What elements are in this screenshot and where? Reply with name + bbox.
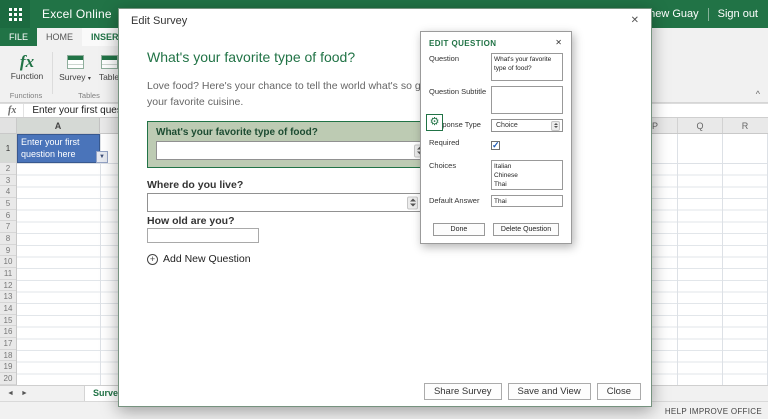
- fx-icon[interactable]: fx: [8, 105, 16, 116]
- done-button[interactable]: Done: [433, 223, 485, 236]
- survey-button[interactable]: Survey ▾: [58, 53, 92, 82]
- app-title: Excel Online: [42, 7, 112, 21]
- required-checkbox[interactable]: [491, 141, 500, 150]
- row-header[interactable]: 18: [0, 350, 16, 362]
- formula-bar-divider: [23, 104, 24, 117]
- edit-question-form: Question What's your favorite type of fo…: [429, 53, 563, 212]
- row-header[interactable]: 2: [0, 163, 16, 175]
- row-header[interactable]: 16: [0, 326, 16, 338]
- grid-column-line: [722, 134, 723, 385]
- cell-dropdown-icon[interactable]: ▼: [96, 151, 108, 163]
- response-type-value: Choice: [496, 122, 518, 129]
- row-header[interactable]: 19: [0, 361, 16, 373]
- chevron-down-icon: ▾: [88, 76, 91, 82]
- choices-field[interactable]: Italian Chinese Thai: [491, 160, 563, 190]
- subtitle-field-label: Question Subtitle: [429, 86, 491, 114]
- add-question-icon: [147, 254, 158, 265]
- question-field[interactable]: What's your favorite type of food?: [491, 53, 563, 81]
- app-launcher-icon[interactable]: [0, 0, 30, 28]
- row-header[interactable]: 12: [0, 280, 16, 292]
- next-sheet-icon[interactable]: ►: [21, 390, 28, 397]
- default-answer-label: Default Answer: [429, 195, 491, 207]
- ribbon-group-tables: Tables: [54, 91, 124, 100]
- add-new-question-button[interactable]: Add New Question: [147, 253, 251, 265]
- row-header[interactable]: 14: [0, 303, 16, 315]
- panel-title: EDIT QUESTION: [429, 39, 496, 48]
- row-header-1[interactable]: 1: [0, 134, 16, 163]
- tab-home[interactable]: HOME: [37, 28, 82, 46]
- question-1-select[interactable]: [156, 141, 428, 160]
- collapse-ribbon-icon[interactable]: ^: [756, 89, 760, 99]
- ribbon-divider: [52, 52, 53, 94]
- tab-file[interactable]: FILE: [0, 28, 37, 46]
- delete-question-button[interactable]: Delete Question: [493, 223, 559, 236]
- row-header[interactable]: 3: [0, 175, 16, 187]
- row-header[interactable]: 8: [0, 233, 16, 245]
- subtitle-field[interactable]: [491, 86, 563, 114]
- choices-label: Choices: [429, 160, 491, 190]
- select-stepper-icon: [551, 121, 560, 131]
- edit-question-gear-button[interactable]: ⚙: [426, 114, 443, 131]
- ribbon-group-functions: Functions: [0, 91, 52, 100]
- question-3-label: How old are you?: [147, 215, 235, 227]
- question-1-label: What's your favorite type of food?: [156, 127, 428, 138]
- survey-icon: [67, 55, 84, 69]
- cell-a1[interactable]: Enter your first question here: [17, 134, 100, 163]
- default-answer-field[interactable]: [491, 195, 563, 207]
- row-header[interactable]: 4: [0, 186, 16, 198]
- share-survey-button[interactable]: Share Survey: [424, 383, 502, 400]
- question-2-label: Where do you live?: [147, 179, 243, 191]
- question-field-label: Question: [429, 53, 491, 81]
- row-header[interactable]: 11: [0, 268, 16, 280]
- response-type-select[interactable]: Choice: [491, 119, 563, 132]
- question-1-block[interactable]: What's your favorite type of food?: [147, 121, 437, 168]
- question-3-input[interactable]: [147, 228, 259, 243]
- survey-title[interactable]: What's your favorite type of food?: [147, 49, 355, 65]
- row-header[interactable]: 5: [0, 198, 16, 210]
- help-improve-office-link[interactable]: HELP IMPROVE OFFICE: [665, 407, 762, 416]
- dialog-close-icon[interactable]: ✕: [629, 13, 641, 28]
- insert-function-button[interactable]: fx Function: [6, 53, 48, 81]
- row-header[interactable]: 13: [0, 291, 16, 303]
- column-header[interactable]: Q: [677, 118, 722, 133]
- edit-question-panel: EDIT QUESTION ✕ Question What's your fav…: [420, 31, 572, 244]
- row-headers: 1 234567891011121314151617181920: [0, 134, 17, 385]
- header-divider: [708, 8, 709, 21]
- dialog-footer: Share Survey Save and View Close: [424, 383, 641, 400]
- column-header[interactable]: R: [722, 118, 767, 133]
- function-icon: fx: [6, 53, 48, 71]
- prev-sheet-icon[interactable]: ◄: [7, 390, 14, 397]
- select-stepper-icon: [407, 196, 418, 209]
- gear-icon: ⚙: [430, 117, 440, 128]
- table-icon: [101, 55, 118, 69]
- grid-column-line: [100, 134, 101, 385]
- row-header[interactable]: 20: [0, 373, 16, 385]
- excel-online-window: Excel Online Matthew Guay Sign out FILE …: [0, 0, 768, 419]
- row-header[interactable]: 17: [0, 338, 16, 350]
- row-header[interactable]: 6: [0, 210, 16, 222]
- panel-close-icon[interactable]: ✕: [553, 36, 564, 49]
- row-header[interactable]: 10: [0, 256, 16, 268]
- sign-out-link[interactable]: Sign out: [718, 8, 758, 20]
- column-header-a[interactable]: A: [17, 118, 100, 133]
- close-button[interactable]: Close: [597, 383, 641, 400]
- row-header[interactable]: 9: [0, 245, 16, 257]
- select-all-button[interactable]: [0, 118, 17, 133]
- grid-column-line: [677, 134, 678, 385]
- panel-footer: Done Delete Question: [421, 223, 571, 236]
- row-header[interactable]: 15: [0, 315, 16, 327]
- row-header[interactable]: 7: [0, 221, 16, 233]
- question-2-select[interactable]: [147, 193, 421, 212]
- required-label: Required: [429, 137, 491, 155]
- save-and-view-button[interactable]: Save and View: [508, 383, 591, 400]
- dialog-title: Edit Survey: [131, 15, 187, 27]
